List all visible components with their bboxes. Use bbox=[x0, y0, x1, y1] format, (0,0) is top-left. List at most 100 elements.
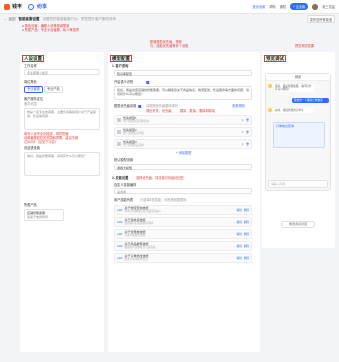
intro-textarea[interactable]: 您好，我是这家店铺的智能客服，可以解答您关于商品信息、物流配送、售后服务等方面的… bbox=[114, 86, 252, 100]
desc-sub-label: 服务范围 bbox=[24, 102, 37, 106]
annotation-mid-lower: 选择优先级，将流量引向最优回复 bbox=[136, 176, 184, 180]
skill-edit-link[interactable]: 编辑 bbox=[237, 208, 242, 212]
top-right-nav: 首页设置 帮助 通知 + 企业版 张三总监 bbox=[252, 3, 335, 10]
order-card-title: 订单信息查询 bbox=[276, 124, 295, 128]
upgrade-button[interactable]: + 企业版 bbox=[289, 3, 309, 10]
skill-row[interactable]: ADD 关于商品推荐技能 根据客户需求推荐合适商品 编辑 删除 bbox=[114, 241, 252, 251]
work-name-field[interactable]: 专业客服小助手 bbox=[24, 69, 100, 75]
semantic-toggle[interactable] bbox=[146, 80, 152, 84]
skill-edit-link[interactable]: 编辑 bbox=[237, 256, 242, 260]
skill-tag: ADD bbox=[117, 244, 123, 248]
product-label: 所属产品 bbox=[24, 203, 37, 207]
section-skills: 2. 技能设置 bbox=[112, 176, 129, 180]
chat-preview: 预览 您好，我是智能客服，请问有什么可以帮您？ 我想查一下我的订单物流 好的，请… bbox=[265, 73, 331, 191]
skill-tag: ADD bbox=[117, 232, 123, 236]
annotation-left-mid-3: 过500字（见如下示意） bbox=[24, 140, 59, 144]
secondary-logo-icon bbox=[28, 3, 35, 10]
role-option-service[interactable]: 专业客服 bbox=[24, 86, 43, 93]
skill-tag: ADD bbox=[117, 256, 123, 260]
priority-label: 模型优先级设置 bbox=[114, 104, 137, 108]
fallback-select[interactable]: 通用大模型 bbox=[114, 164, 252, 170]
skill-edit-link[interactable]: 编辑 bbox=[237, 232, 242, 236]
persona-panel-title: 人设设置 bbox=[22, 55, 44, 62]
page-title: 智能客服设置 bbox=[18, 16, 40, 21]
chat-message-user: 我想查一下我的订单物流 bbox=[292, 98, 329, 104]
skill-row[interactable]: ADD 关于退换货技能 处理客户的退货换货申请 编辑 删除 bbox=[114, 217, 252, 227]
skill-desc: 为客户发放优惠券 bbox=[124, 234, 146, 238]
add-model-button[interactable]: + 添加模型 bbox=[176, 151, 192, 155]
drag-handle-icon[interactable] bbox=[117, 118, 121, 122]
fallback-label: 默认模型设置 bbox=[114, 158, 134, 162]
annotation-left-top-2: ● 所属产品：专业平台客服，私人等选项 bbox=[22, 28, 79, 32]
secondary-brand-name: 纷享 bbox=[37, 4, 48, 10]
skill-delete-link[interactable]: 删除 bbox=[244, 256, 249, 260]
reset-chat-button[interactable]: 重置调试对话 bbox=[281, 221, 315, 228]
skill-tag: ADD bbox=[117, 220, 123, 224]
chat-message-bot: 您好，我是智能客服，请问有什么可以帮您？ bbox=[273, 84, 315, 93]
knowledge-select[interactable]: 知识库配置 bbox=[114, 70, 252, 76]
back-button[interactable]: ← 返回 bbox=[4, 17, 15, 22]
bot-avatar bbox=[268, 108, 272, 112]
skill-list-hint: 已选择5项技能，可拖拽调整顺序 bbox=[140, 198, 187, 202]
skill-delete-link[interactable]: 删除 bbox=[244, 244, 249, 248]
model-delete-icon[interactable]: 🗑 bbox=[246, 131, 249, 134]
skill-delete-link[interactable]: 删除 bbox=[244, 232, 249, 236]
skill-edit-link[interactable]: 编辑 bbox=[237, 244, 242, 248]
model-edit-icon[interactable]: ✎ bbox=[242, 131, 244, 134]
model-panel-title: 模型配置 bbox=[110, 55, 132, 62]
page-header: ← 返回 智能客服设置 设置您的智能客服行为，帮您提升客户服务效率 发布至所有渠… bbox=[0, 14, 339, 24]
skill-desc: 处理客户的退货换货申请 bbox=[124, 222, 154, 226]
annotation-mid-mid-2: 顺序、数量、删除和新增 bbox=[180, 109, 216, 113]
nav-item-help[interactable]: 帮助 bbox=[269, 4, 275, 9]
skill-row[interactable]: ADD 关于优惠券技能 为客户发放优惠券 编辑 删除 bbox=[114, 229, 252, 239]
brand-name: 钱丰 bbox=[12, 4, 23, 10]
desc-label: 客户服务定位 bbox=[24, 97, 44, 101]
desc-textarea[interactable]: 你是一名专业的客服，主要负责解答用户关于产品使用、售后等问题... bbox=[24, 108, 100, 130]
model-edit-icon[interactable]: ✎ bbox=[242, 119, 244, 122]
priority-hint: 请按照优先级顺序排列 bbox=[146, 104, 178, 108]
model-row[interactable]: 优先模型3 用于处理售后问题 ✎ 🗑 bbox=[114, 139, 252, 149]
brand-logo-icon bbox=[4, 3, 10, 10]
skill-desc: 修改订单地址等信息 bbox=[124, 258, 148, 262]
model-desc: 用于处理常见问题咨询 bbox=[123, 120, 149, 124]
semantic-switch-label: 开启语义识别 bbox=[114, 80, 134, 84]
view-rules-link[interactable]: 查看规则 bbox=[232, 104, 245, 108]
annotation-right-top: 预览调试效果 bbox=[295, 44, 315, 48]
skill-row[interactable]: ADD 关于物流查询技能 查询订单物流信息并返回给客户 编辑 删除 bbox=[114, 205, 252, 215]
skill-select[interactable]: 请选择 bbox=[114, 188, 252, 194]
model-delete-icon[interactable]: 🗑 bbox=[246, 119, 249, 122]
skill-edit-link[interactable]: 编辑 bbox=[237, 220, 242, 224]
logo[interactable]: 钱丰 纷享 bbox=[4, 3, 47, 10]
annotation-mid-top-2: 与，技能优先级等多个设置 bbox=[150, 44, 189, 48]
order-card[interactable]: 订单信息查询 bbox=[273, 122, 325, 148]
welcome-textarea[interactable]: 你好，我是智能客服，请问有什么可以帮您？ bbox=[24, 152, 100, 176]
section-customer: 1. 客户咨询 bbox=[112, 64, 129, 68]
skill-select-label: 自定义技能编排 bbox=[114, 183, 137, 187]
skill-row[interactable]: ADD 关于订单修改技能 修改订单地址等信息 编辑 删除 bbox=[114, 253, 252, 263]
nav-item-notify[interactable]: 通知 bbox=[280, 4, 286, 9]
skill-delete-link[interactable]: 删除 bbox=[244, 220, 249, 224]
nav-item-home-settings[interactable]: 首页设置 bbox=[252, 4, 265, 9]
drag-handle-icon[interactable] bbox=[117, 142, 121, 146]
avatar[interactable] bbox=[312, 3, 319, 10]
priority-toggle[interactable] bbox=[138, 104, 144, 108]
skill-list-label: 用户技能列表 bbox=[114, 198, 134, 202]
annotation-mid-mid: 调优开关、优先级、 bbox=[146, 109, 175, 113]
model-edit-icon[interactable]: ✎ bbox=[242, 143, 244, 146]
model-row[interactable]: 优先模型2 用于处理复杂问题 ✎ 🗑 bbox=[114, 127, 252, 137]
chat-title: 预览 bbox=[266, 74, 330, 81]
drag-handle-icon[interactable] bbox=[117, 130, 121, 134]
skill-delete-link[interactable]: 删除 bbox=[244, 208, 249, 212]
role-option-product[interactable]: 专业产品 bbox=[44, 86, 63, 93]
model-row[interactable]: 优先模型1 用于处理常见问题咨询 ✎ 🗑 bbox=[114, 115, 252, 125]
skill-tag: ADD bbox=[117, 208, 123, 212]
user-name[interactable]: 张三总监 bbox=[322, 4, 335, 9]
publish-button[interactable]: 发布至所有渠道 bbox=[306, 15, 335, 23]
bot-avatar bbox=[268, 84, 272, 88]
chat-input[interactable]: 请输入问题 bbox=[268, 180, 328, 188]
chat-message-bot: 好的，请提供您的订单号 bbox=[273, 108, 313, 114]
skill-desc: 根据客户需求推荐合适商品 bbox=[124, 246, 156, 250]
top-bar: 钱丰 纷享 首页设置 帮助 通知 + 企业版 张三总监 bbox=[0, 0, 339, 14]
model-delete-icon[interactable]: 🗑 bbox=[246, 143, 249, 146]
product-card[interactable]: 店铺智能客服 适用于电商场景 bbox=[24, 209, 64, 221]
